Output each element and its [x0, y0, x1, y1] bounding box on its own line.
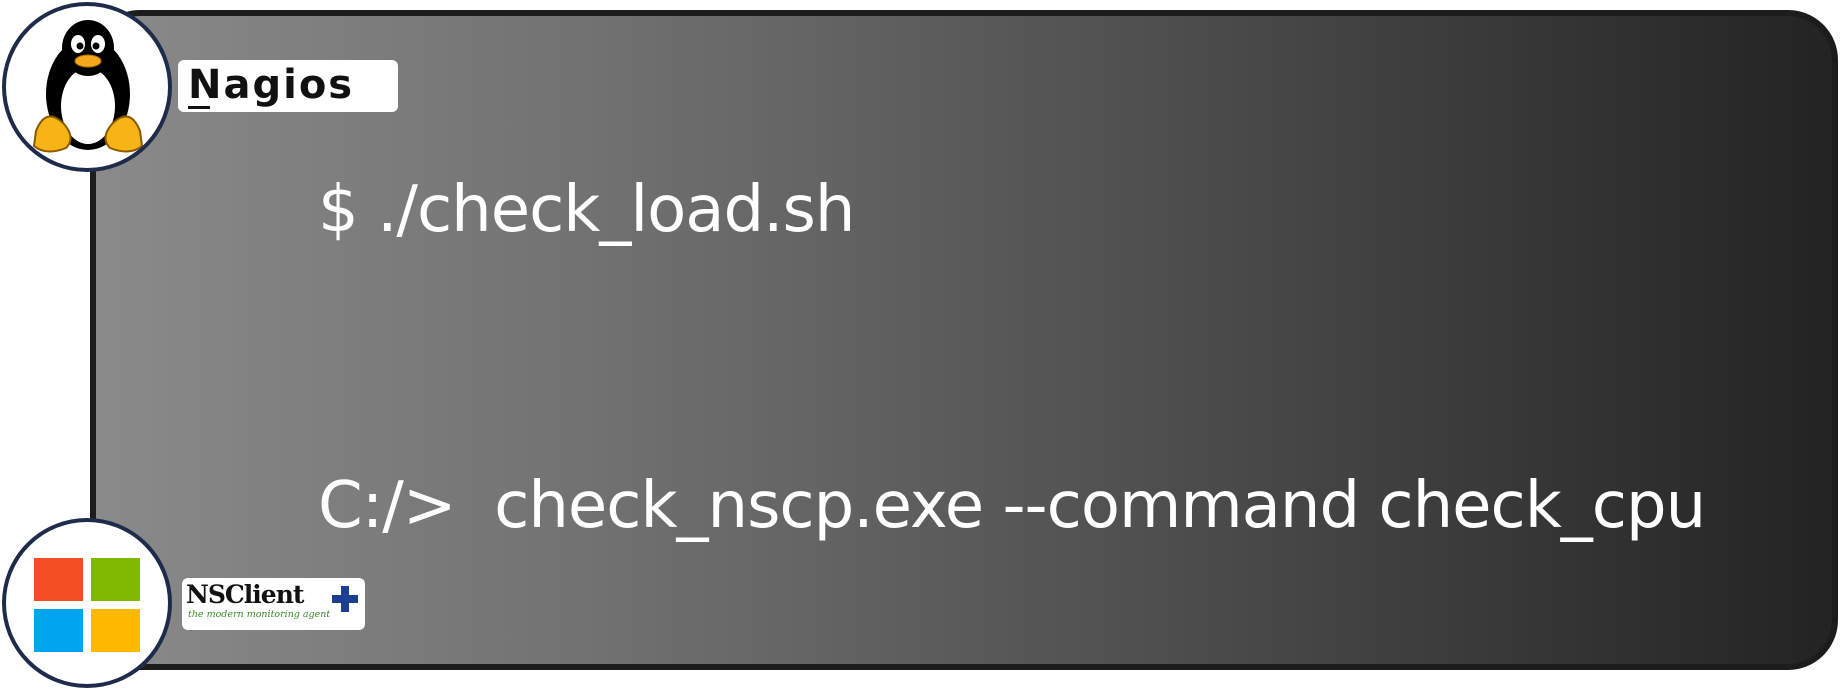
nsclient-logo-name: NSClient [186, 580, 304, 609]
windows-logo-icon [34, 558, 140, 652]
linux-command-text: $ ./check_load.sh [318, 173, 855, 247]
windows-command-text: C:/> check_nscp.exe --command check_cpu [318, 469, 1706, 543]
linux-logo [2, 2, 172, 172]
nagios-logo-text: Nagios [188, 62, 355, 108]
plus-icon [332, 586, 358, 612]
nagios-logo: Nagios [178, 60, 398, 112]
tux-penguin-icon [32, 20, 144, 153]
nsclient-logo-tagline: the modern monitoring agent [188, 609, 331, 620]
nsclient-logo: NSClient the modern monitoring agent [182, 578, 365, 630]
nagios-logo-underline [188, 106, 210, 109]
windows-logo [2, 518, 172, 688]
